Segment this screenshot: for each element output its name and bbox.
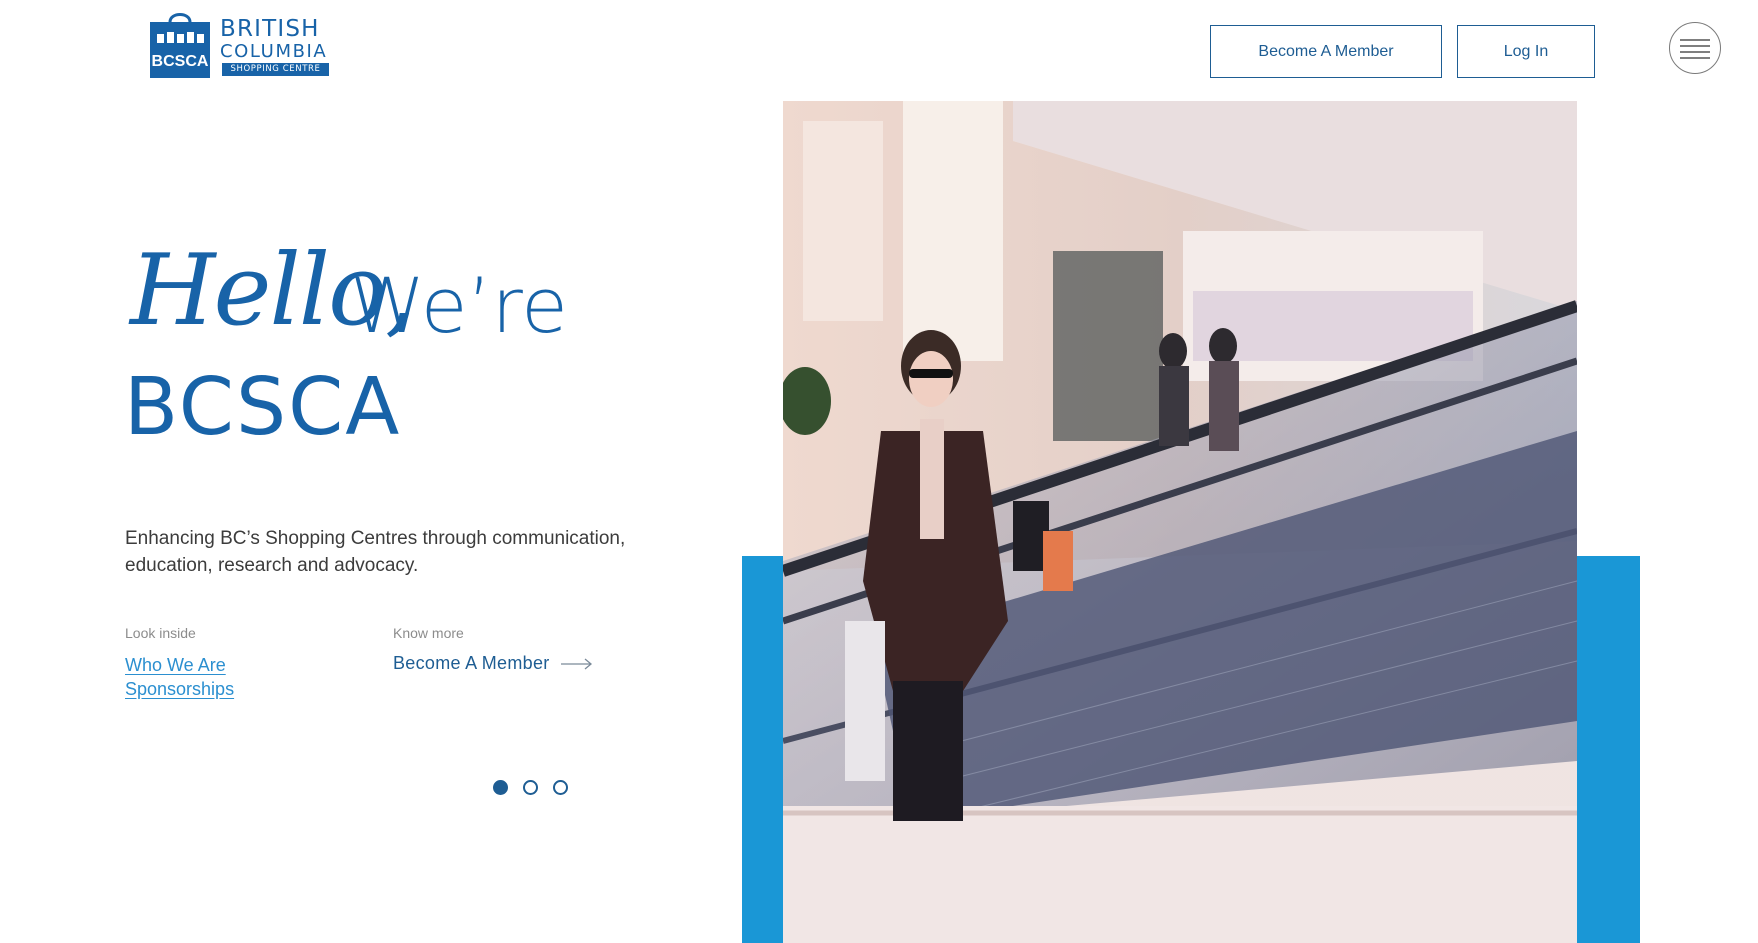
menu-button[interactable] <box>1669 22 1721 74</box>
become-member-link[interactable]: Become A Member <box>393 653 550 674</box>
carousel-dots <box>493 780 568 795</box>
carousel-dot-3[interactable] <box>553 780 568 795</box>
logo-brand-line2: COLUMBIA <box>220 41 328 62</box>
hero-were-text: We’re <box>350 261 568 350</box>
logo-brand-line1: BRITISH <box>220 16 320 42</box>
carousel-dot-2[interactable] <box>523 780 538 795</box>
carousel-dot-1[interactable] <box>493 780 508 795</box>
know-more-label: Know more <box>393 625 464 641</box>
header-become-member-button[interactable]: Become A Member <box>1210 25 1442 78</box>
logo-badge-text: BCSCA <box>152 53 209 70</box>
hero-photo-shopper-escalator <box>783 101 1577 943</box>
arrow-right-icon <box>561 658 593 670</box>
look-inside-label: Look inside <box>125 625 196 641</box>
logo-brand-strip: SHOPPING CENTRE <box>222 63 329 76</box>
who-we-are-link[interactable]: Who We Are <box>125 655 226 676</box>
shopping-bag-logo-icon: BCSCA <box>150 13 210 78</box>
site-logo[interactable]: BCSCA BRITISH COLUMBIA SHOPPING CENTRE <box>148 10 332 78</box>
hero-tagline: Enhancing BC’s Shopping Centres through … <box>125 528 626 576</box>
header-login-button[interactable]: Log In <box>1457 25 1595 78</box>
hero-title: BCSCA <box>124 361 402 453</box>
sponsorships-link[interactable]: Sponsorships <box>125 679 234 700</box>
hamburger-icon <box>1680 39 1710 59</box>
